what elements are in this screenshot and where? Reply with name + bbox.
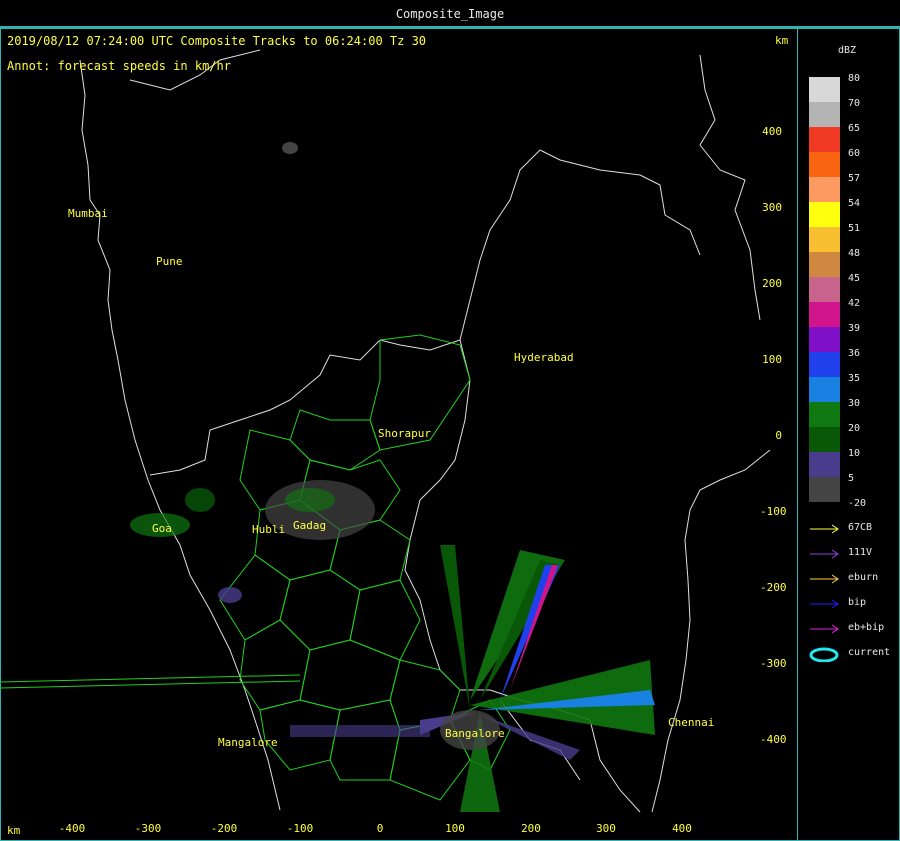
y-tick-label: 0 (775, 429, 782, 442)
track-arrow-icon (810, 574, 839, 584)
track-legend-item (808, 621, 842, 635)
track-arrow-icon (810, 524, 839, 534)
x-tick-label: 200 (521, 822, 541, 835)
dbz-label: 60 (848, 148, 861, 159)
header-annotation: Annot: forecast speeds in km/hr (7, 59, 231, 73)
dbz-label: 30 (848, 398, 861, 409)
dbz-swatch (809, 127, 840, 152)
dbz-label: 54 (848, 198, 861, 209)
dbz-label: 5 (848, 473, 855, 484)
dbz-label: 45 (848, 273, 861, 284)
x-tick-label: -300 (134, 822, 162, 835)
dbz-label: 39 (848, 323, 861, 334)
window-title-bar: Composite_Image (0, 0, 900, 28)
state-boundary-6 (589, 719, 641, 813)
y-tick-label: 400 (762, 125, 782, 138)
track-legend-label: 111V (848, 547, 873, 558)
track-arrow-icon (810, 549, 839, 559)
y-tick-label: -200 (760, 581, 787, 594)
dbz-swatch (809, 152, 840, 177)
city-label-shorapur: Shorapur (378, 427, 431, 440)
y-tick-label: -100 (760, 505, 787, 518)
dbz-label: 80 (848, 73, 861, 84)
city-label-hubli: Hubli (252, 523, 286, 536)
track-legend-label: eb+bip (848, 622, 885, 633)
x-tick-label: 300 (596, 822, 616, 835)
dbz-swatch (809, 402, 840, 427)
state-boundary-4 (149, 149, 541, 476)
unit-label-bottom: km (7, 824, 21, 837)
y-tick-label: 300 (762, 201, 782, 214)
track-legend-label: 67CB (848, 522, 873, 533)
dbz-swatch (809, 252, 840, 277)
track-legend-label: current (848, 647, 891, 658)
legend-title: dBZ (838, 45, 857, 56)
city-label-mangalore: Mangalore (218, 736, 278, 749)
y-tick-label: 100 (762, 353, 782, 366)
dbz-swatch (809, 427, 840, 452)
state-boundary-1 (699, 54, 761, 321)
track-legend-label: bip (848, 597, 867, 608)
dbz-label: 48 (848, 248, 861, 259)
window-title: Composite_Image (395, 7, 505, 21)
dbz-swatch (809, 302, 840, 327)
dbz-label: 42 (848, 298, 861, 309)
track-legend-item (808, 521, 842, 535)
dbz-swatch (809, 277, 840, 302)
track-arrow-icon (810, 599, 839, 609)
district-boundaries (0, 334, 511, 801)
dbz-swatch (809, 202, 840, 227)
dbz-label: 70 (848, 98, 861, 109)
dbz-label: 57 (848, 173, 861, 184)
track-legend-item (808, 546, 842, 560)
current-ellipse-icon (809, 647, 839, 663)
track-arrow-icon (810, 624, 839, 634)
dbz-label: 35 (848, 373, 861, 384)
dbz-swatch (809, 452, 840, 477)
track-legend-item (808, 596, 842, 610)
track-legend-label: eburn (848, 572, 879, 583)
dbz-swatch (809, 352, 840, 377)
dbz-label: 10 (848, 448, 861, 459)
header-timestamp: 2019/08/12 07:24:00 UTC Composite Tracks… (7, 34, 427, 48)
unit-label-top: km (775, 34, 789, 47)
dbz-swatch (809, 77, 840, 102)
state-boundary-2 (539, 149, 701, 256)
y-tick-label: -400 (760, 733, 787, 746)
y-tick-label: -300 (760, 657, 787, 670)
dbz-swatch (809, 227, 840, 252)
city-label-goa: Goa (152, 522, 172, 535)
x-tick-label: 0 (376, 822, 384, 835)
dbz-label: 51 (848, 223, 861, 234)
dbz-label: 36 (848, 348, 861, 359)
track-legend-item (808, 646, 842, 663)
dbz-swatch (809, 102, 840, 127)
y-tick-label: 200 (762, 277, 782, 290)
city-label-bangalore: Bangalore (445, 727, 505, 740)
city-label-gadag: Gadag (293, 519, 327, 532)
radar-echoes (130, 142, 655, 812)
city-label-mumbai: Mumbai (68, 207, 108, 220)
x-tick-label: -400 (58, 822, 86, 835)
city-label-pune: Pune (156, 255, 183, 268)
dbz-swatch (809, 177, 840, 202)
dbz-swatch (809, 477, 840, 502)
west-coastline (79, 59, 281, 811)
dbz-swatch (809, 377, 840, 402)
x-tick-label: -200 (210, 822, 238, 835)
city-label-chennai: Chennai (668, 716, 715, 729)
dbz-swatch (809, 327, 840, 352)
x-tick-label: -100 (286, 822, 314, 835)
dbz-label: 20 (848, 423, 861, 434)
east-coastline (651, 449, 771, 813)
dbz-label: -20 (848, 498, 867, 509)
city-label-hyderabad: Hyderabad (514, 351, 574, 364)
track-legend-item (808, 571, 842, 585)
dbz-label: 65 (848, 123, 861, 134)
x-tick-label: 100 (445, 822, 465, 835)
x-tick-label: 400 (672, 822, 692, 835)
